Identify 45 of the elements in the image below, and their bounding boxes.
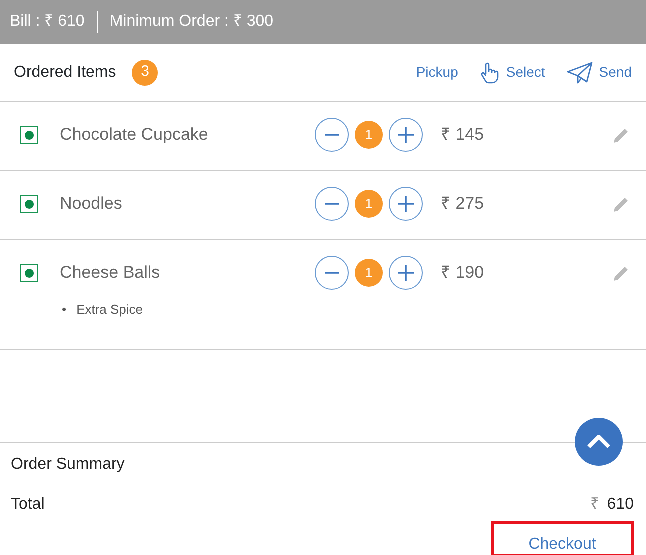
- plus-icon: [397, 264, 415, 282]
- item-name: Noodles: [60, 193, 124, 216]
- minus-icon: [324, 272, 340, 274]
- count-badge: 3: [132, 60, 158, 86]
- quantity-badge: 1: [355, 259, 383, 287]
- bullet-marker: •: [62, 302, 67, 319]
- total-amount: 610: [607, 495, 634, 515]
- edit-icon[interactable]: [613, 196, 630, 212]
- edit-icon[interactable]: [613, 264, 630, 282]
- total-label: Total: [11, 495, 45, 515]
- bill-amount: Bill : ₹ 610: [10, 12, 85, 32]
- item-note: Extra Spice: [76, 302, 144, 319]
- item-price: ₹ 190: [441, 262, 486, 284]
- item-name: Cheese Balls: [60, 262, 162, 284]
- minimum-order: Minimum Order : ₹ 300: [110, 12, 274, 32]
- summary-title: Order Summary: [11, 455, 126, 475]
- scroll-up-button[interactable]: [575, 418, 623, 466]
- item-price: ₹ 275: [441, 193, 486, 216]
- veg-icon: [20, 264, 38, 282]
- increase-button[interactable]: [389, 187, 423, 221]
- veg-icon: [20, 126, 38, 144]
- section-title: Ordered Items: [14, 62, 116, 82]
- increase-button[interactable]: [389, 256, 423, 290]
- plus-icon: [397, 195, 415, 213]
- plus-icon: [397, 126, 415, 144]
- minus-icon: [324, 203, 340, 205]
- decrease-button[interactable]: [315, 187, 349, 221]
- checkout-button[interactable]: Checkout: [491, 521, 634, 555]
- currency-symbol: ₹: [590, 495, 600, 515]
- item-name: Chocolate Cupcake: [60, 124, 210, 146]
- action-button[interactable]: Send: [567, 62, 632, 84]
- edit-icon[interactable]: [613, 126, 630, 144]
- veg-icon: [20, 195, 38, 213]
- increase-button[interactable]: [389, 118, 423, 152]
- paper-plane-icon: [567, 62, 594, 84]
- quantity-badge: 1: [355, 190, 383, 218]
- chevron-up-icon: [587, 435, 611, 449]
- minus-icon: [324, 134, 340, 136]
- decrease-button[interactable]: [315, 118, 349, 152]
- hand-icon: [480, 62, 500, 84]
- action-button[interactable]: Select: [480, 62, 546, 84]
- action-button[interactable]: Pickup: [416, 62, 458, 83]
- decrease-button[interactable]: [315, 256, 349, 290]
- item-price: ₹ 145: [441, 124, 486, 146]
- quantity-badge: 1: [355, 121, 383, 149]
